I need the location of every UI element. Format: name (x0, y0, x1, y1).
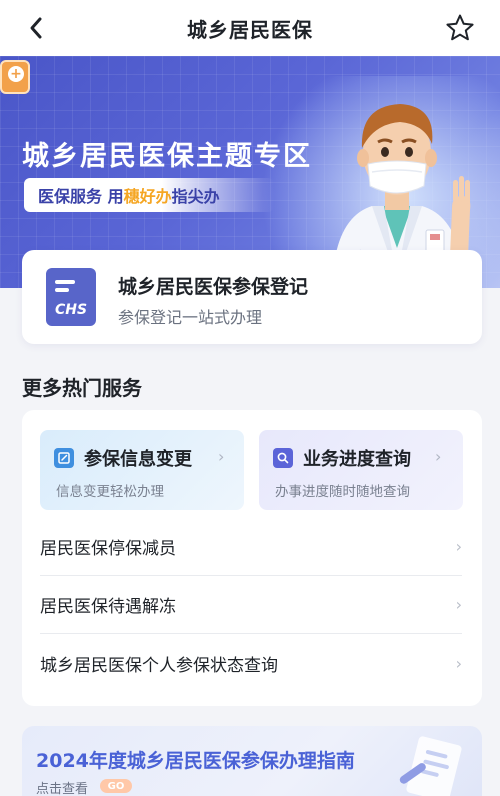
page-title: 城乡居民医保 (187, 17, 313, 42)
list-item-label: 居民医保停保减员 (40, 539, 176, 559)
chevron-left-icon (30, 17, 42, 39)
register-card[interactable]: CHS 城乡居民医保参保登记 参保登记一站式办理 (22, 250, 482, 344)
chs-card-icon: CHS (46, 268, 96, 326)
register-subtitle: 参保登记一站式办理 (118, 308, 263, 327)
star-outline-icon (446, 14, 474, 41)
nav-bar: 城乡居民医保 (0, 0, 500, 56)
edit-icon (54, 448, 74, 468)
banner-title: 城乡居民医保主题专区 (22, 141, 312, 172)
slogan-accent: 穗好办 (123, 187, 172, 206)
search-icon (273, 448, 293, 468)
list-item-status-query[interactable]: 城乡居民医保个人参保状态查询 › (40, 634, 462, 692)
tile-progress-query[interactable]: 业务进度查询 › 办事进度随时随地查询 (259, 430, 463, 510)
list-item-label: 居民医保待遇解冻 (40, 597, 176, 617)
tile-subtitle: 信息变更轻松办理 (56, 484, 164, 500)
list-item-stop-insurance[interactable]: 居民医保停保减员 › (40, 518, 462, 576)
list-item-label: 城乡居民医保个人参保状态查询 (40, 655, 278, 676)
guide-title: 2024年度城乡居民医保参保办理指南 (36, 750, 355, 772)
tile-subtitle: 办事进度随时随地查询 (275, 484, 410, 500)
list-item-unfreeze-benefits[interactable]: 居民医保待遇解冻 › (40, 576, 462, 634)
chs-logo-text: CHS (55, 302, 87, 318)
slogan-part1: 医保服务 用 (38, 187, 124, 206)
register-title: 城乡居民医保参保登记 (118, 276, 309, 298)
medkit-icon (0, 60, 30, 94)
chevron-right-icon: › (218, 447, 225, 466)
tile-title: 业务进度查询 (303, 449, 411, 470)
chevron-right-icon: › (455, 537, 462, 556)
favorite-button[interactable] (444, 12, 476, 44)
guide-link[interactable]: 点击查看 (36, 778, 88, 796)
back-button[interactable] (22, 14, 50, 42)
slogan-part2: 指尖办 (171, 187, 220, 206)
chevron-right-icon: › (455, 595, 462, 614)
chevron-right-icon: › (435, 447, 442, 466)
tile-title: 参保信息变更 (84, 449, 192, 470)
tile-info-change[interactable]: 参保信息变更 › 信息变更轻松办理 (40, 430, 244, 510)
chevron-right-icon: › (455, 653, 462, 673)
document-illustration (399, 736, 462, 796)
banner-slogan: 医保服务 用 穗好办 指尖办 (24, 178, 274, 212)
go-badge: GO (100, 779, 132, 793)
chs-card-graphic: CHS (55, 280, 87, 318)
guide-banner[interactable]: 2024年度城乡居民医保参保办理指南 点击查看 GO (22, 726, 482, 796)
section-title: 更多热门服务 (22, 376, 142, 400)
services-card: 参保信息变更 › 信息变更轻松办理 业务进度查询 › 办事进度随时随地查询 居民… (22, 410, 482, 706)
